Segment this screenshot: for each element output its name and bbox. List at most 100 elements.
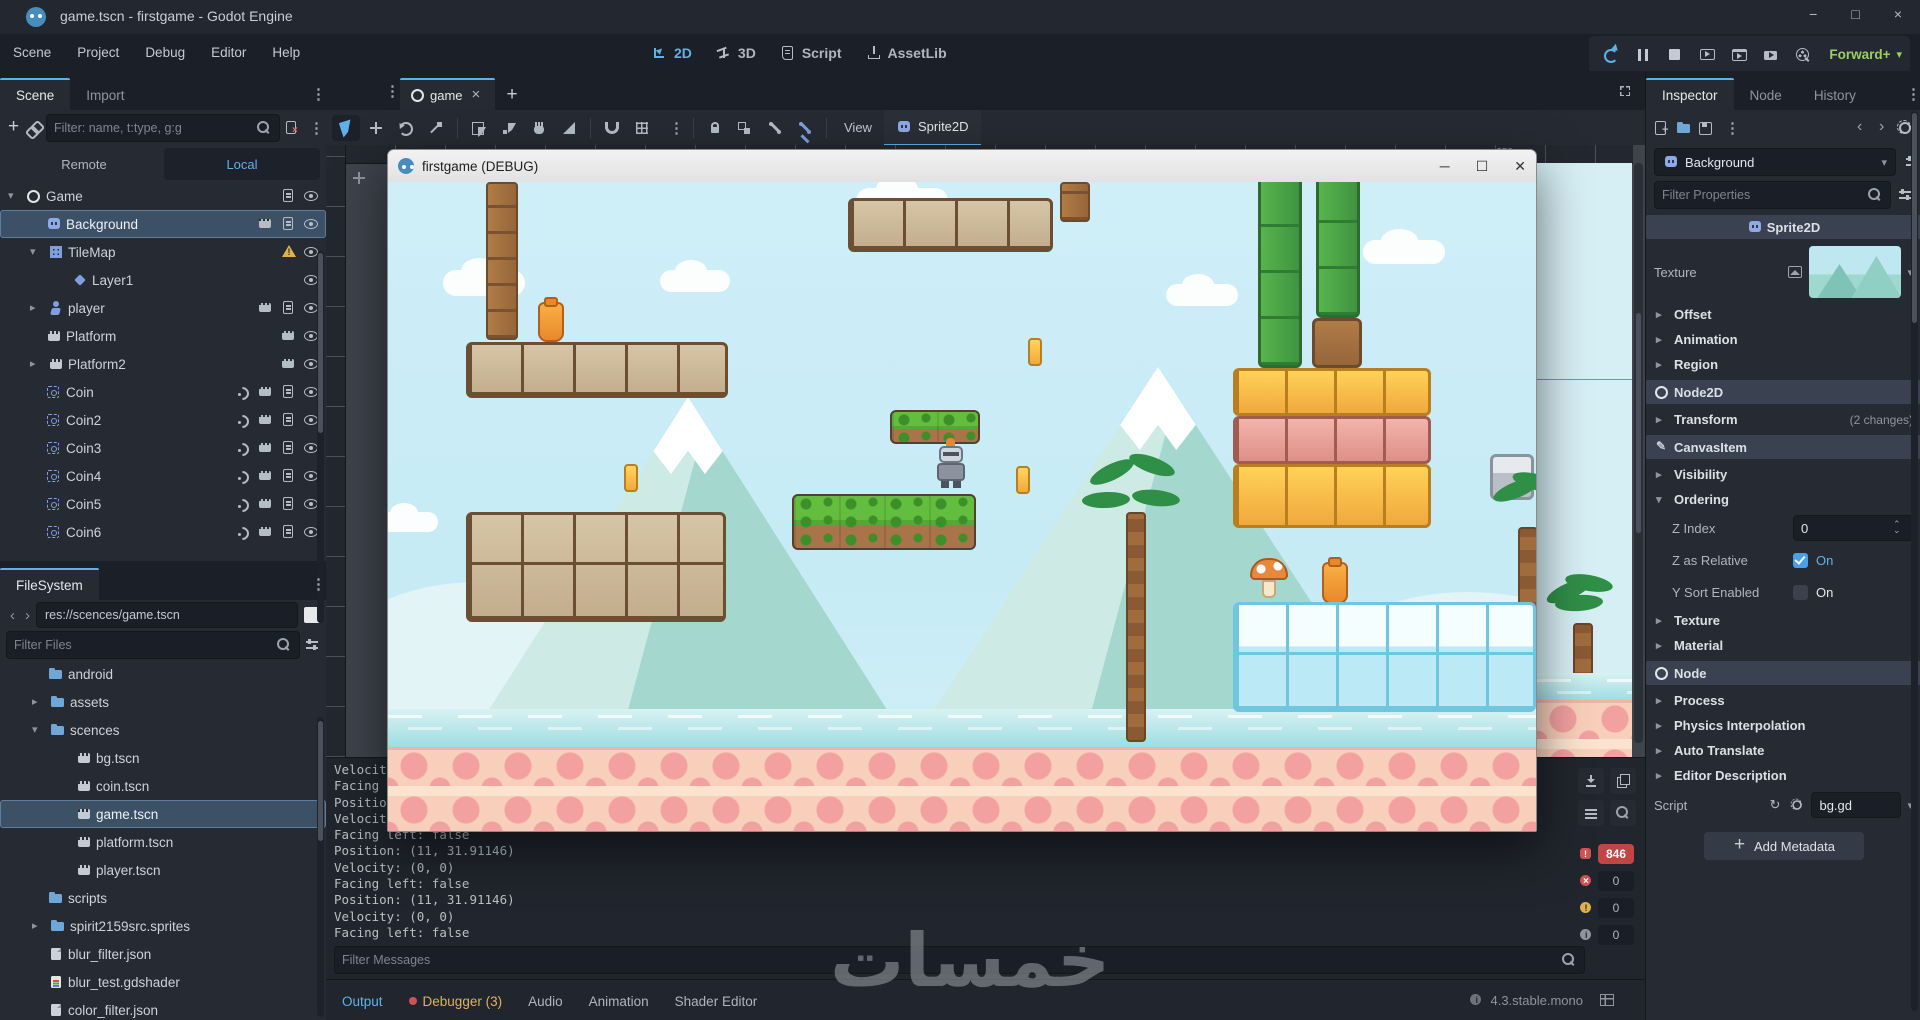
local-tab[interactable]: Local: [164, 148, 320, 180]
ruler-tool[interactable]: [555, 115, 583, 141]
film-icon[interactable]: [258, 468, 274, 484]
inspector-row[interactable]: Material: [1646, 633, 1920, 658]
game-close-button[interactable]: ✕: [1514, 158, 1526, 175]
file-row[interactable]: player.tscn: [0, 856, 326, 884]
filesystem-tab[interactable]: FileSystem: [0, 568, 99, 600]
film-icon[interactable]: [258, 524, 274, 540]
inspector-tab[interactable]: Inspector: [1646, 78, 1734, 110]
load-resource-icon[interactable]: [1676, 120, 1692, 136]
reload-script-icon[interactable]: [1767, 797, 1783, 813]
inspector-row[interactable]: Physics Interpolation: [1646, 713, 1920, 738]
lock-node-button[interactable]: [701, 115, 729, 141]
chev-open-icon[interactable]: [28, 244, 44, 260]
game-window-titlebar[interactable]: firstgame (DEBUG) ─ ☐ ✕: [388, 150, 1536, 182]
inspector-scrollbar[interactable]: [1911, 111, 1918, 1011]
scene-tree-row[interactable]: Coin6: [0, 518, 326, 546]
scene-tree-row[interactable]: player: [0, 294, 326, 322]
filesystem-scrollbar[interactable]: [317, 717, 324, 1017]
scene-tree-row[interactable]: Coin: [0, 378, 326, 406]
blank-icon[interactable]: [28, 440, 42, 456]
inspector-menu-icon[interactable]: [1901, 85, 1920, 103]
replay-button[interactable]: [1597, 42, 1625, 68]
workspace-tab[interactable]: 3D: [704, 45, 768, 61]
gear-icon[interactable]: [1791, 798, 1804, 812]
dock-tab[interactable]: Import: [70, 78, 140, 110]
play-scene-button[interactable]: [1725, 42, 1753, 68]
workspace-tab[interactable]: AssetLib: [854, 45, 959, 61]
scene-tree-row[interactable]: Coin4: [0, 462, 326, 490]
blank-icon[interactable]: [58, 834, 72, 850]
blank-icon[interactable]: [30, 666, 44, 682]
message-counter[interactable]: 0: [1578, 871, 1634, 891]
bottom-tab[interactable]: Audio: [528, 994, 563, 1009]
inspector-row[interactable]: Node: [1646, 661, 1920, 685]
edited-node-selector[interactable]: Background ▾: [1654, 148, 1896, 176]
film-icon[interactable]: [258, 384, 274, 400]
sort-files-icon[interactable]: [304, 637, 320, 653]
eye-icon[interactable]: [304, 216, 320, 232]
close-tab-icon[interactable]: [469, 86, 485, 103]
nav-forward-icon[interactable]: ›: [21, 607, 34, 624]
filter-properties-input[interactable]: Filter Properties: [1654, 181, 1891, 209]
film-icon[interactable]: [258, 440, 274, 456]
signal-icon[interactable]: [235, 440, 251, 456]
signal-icon[interactable]: [235, 524, 251, 540]
minimize-button[interactable]: −: [1809, 6, 1817, 22]
nav-back-icon[interactable]: ‹: [6, 607, 19, 624]
menu-item[interactable]: Scene: [0, 34, 64, 71]
chev-closed-icon[interactable]: [28, 356, 44, 372]
inspector-row[interactable]: Ordering: [1646, 487, 1920, 512]
bottom-tab[interactable]: Debugger (3): [409, 994, 503, 1009]
renderer-selector[interactable]: Forward+: [1829, 47, 1890, 62]
scene-tree-row[interactable]: Coin3: [0, 434, 326, 462]
inspector-row[interactable]: Editor Description: [1646, 763, 1920, 788]
blank-icon[interactable]: [28, 496, 42, 512]
grid-snap-toggle[interactable]: [628, 115, 656, 141]
scene-tree-row[interactable]: Platform2: [0, 350, 326, 378]
workspace-tab[interactable]: 2D: [640, 45, 704, 61]
signal-icon[interactable]: [235, 412, 251, 428]
pivot-tool[interactable]: [495, 115, 523, 141]
rotate-tool[interactable]: [392, 115, 420, 141]
blank-icon[interactable]: [54, 272, 68, 288]
bottom-tab[interactable]: Output: [342, 994, 383, 1009]
workspace-tab[interactable]: Script: [768, 45, 854, 61]
file-row[interactable]: bg.tscn: [0, 744, 326, 772]
scene-tree-scrollbar[interactable]: [317, 251, 324, 623]
blank-icon[interactable]: [28, 328, 42, 344]
blank-icon[interactable]: [30, 890, 44, 906]
pan-tool[interactable]: [525, 115, 553, 141]
inspector-row[interactable]: Region: [1646, 352, 1920, 377]
signal-icon[interactable]: [235, 496, 251, 512]
blank-icon[interactable]: [30, 974, 44, 990]
instance-scene-icon[interactable]: [26, 120, 42, 136]
stop-button[interactable]: [1661, 42, 1689, 68]
list-select-tool[interactable]: [465, 115, 493, 141]
scene-tree-row[interactable]: Platform: [0, 322, 326, 350]
inspector-row[interactable]: Animation: [1646, 327, 1920, 352]
sprite2d-context-menu[interactable]: Sprite2D: [883, 109, 981, 146]
inspector-row[interactable]: Process: [1646, 688, 1920, 713]
texture-thumbnail[interactable]: [1809, 246, 1902, 298]
file-row[interactable]: game.tscn: [0, 800, 326, 828]
game-minimize-button[interactable]: ─: [1440, 158, 1450, 174]
eye-icon[interactable]: [304, 188, 320, 204]
menu-item[interactable]: Help: [259, 34, 313, 71]
dock-tab[interactable]: Scene: [0, 78, 71, 110]
file-row[interactable]: scences: [0, 716, 326, 744]
add-metadata-button[interactable]: Add Metadata: [1703, 832, 1864, 860]
film-icon[interactable]: [258, 216, 274, 232]
film-icon[interactable]: [281, 328, 297, 344]
film-icon[interactable]: [281, 356, 297, 372]
close-button[interactable]: ×: [1894, 6, 1902, 22]
inspector-row[interactable]: CanvasItem: [1646, 435, 1920, 459]
scene-tree-row[interactable]: Coin5: [0, 490, 326, 518]
file-row[interactable]: blur_filter.json: [0, 940, 326, 968]
script-icon[interactable]: [281, 496, 297, 512]
script-icon[interactable]: [281, 300, 297, 316]
film-icon[interactable]: [258, 412, 274, 428]
remote-tab[interactable]: Remote: [6, 148, 162, 180]
sprite2d-section[interactable]: Sprite2D: [1646, 215, 1920, 239]
panel-menu-icon[interactable]: [306, 85, 326, 103]
filter-files-input[interactable]: Filter Files: [6, 631, 300, 659]
